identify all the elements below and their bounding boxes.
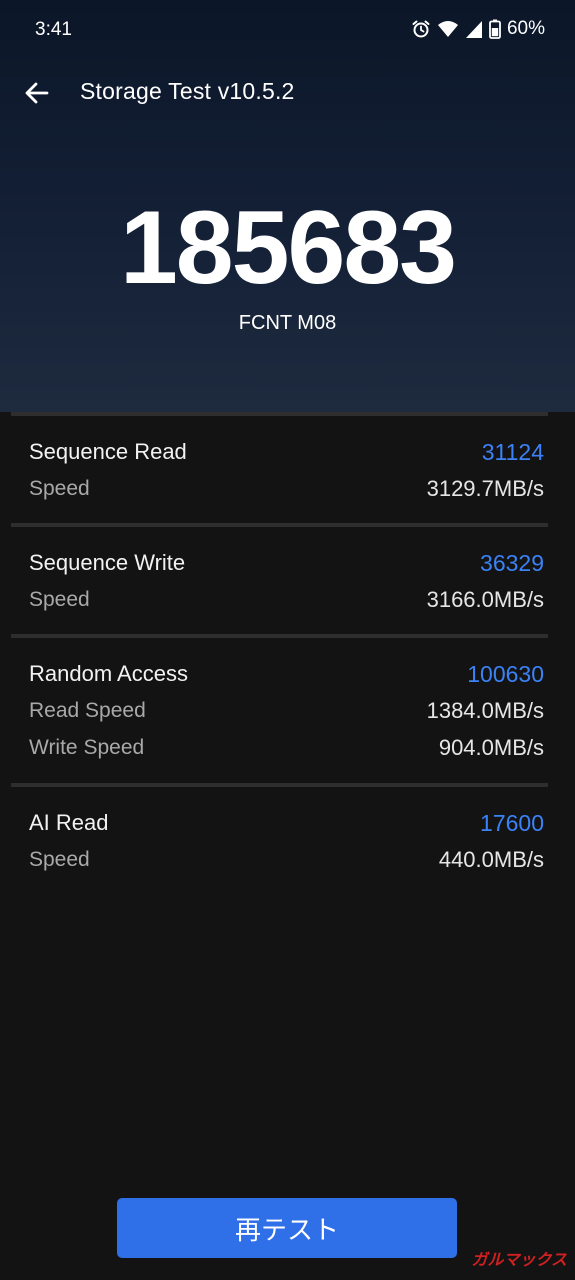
- status-icons: 60%: [411, 18, 545, 40]
- metric-label: Speed: [29, 588, 90, 611]
- section-sequence-write: Sequence Write 36329 Speed 3166.0MB/s: [11, 523, 548, 639]
- metric-label: Write Speed: [29, 736, 145, 759]
- section-ai-read: AI Read 17600 Speed 440.0MB/s: [11, 783, 548, 899]
- section-score: 100630: [467, 660, 544, 687]
- section-score: 36329: [480, 549, 544, 576]
- section-score: 17600: [480, 809, 544, 836]
- status-time: 3:41: [35, 19, 72, 40]
- metric-label: Speed: [29, 477, 90, 500]
- retest-button[interactable]: 再テスト: [117, 1198, 457, 1258]
- metric-value: 3166.0MB/s: [426, 587, 544, 612]
- metric-value: 1384.0MB/s: [426, 698, 544, 723]
- metric-label: Speed: [29, 848, 90, 871]
- alarm-icon: [411, 19, 431, 39]
- wifi-icon: [437, 19, 459, 39]
- signal-icon: [465, 19, 483, 39]
- section-title: Sequence Write: [29, 550, 186, 575]
- total-score: 185683: [119, 190, 457, 306]
- battery-percent: 60%: [506, 18, 545, 39]
- page-title: Storage Test v10.5.2: [80, 78, 295, 104]
- back-button[interactable]: [20, 76, 54, 110]
- section-score: 31124: [481, 438, 544, 465]
- section-title: AI Read: [29, 810, 109, 835]
- status-bar: 3:41 60%: [0, 0, 575, 60]
- device-name: FCNT M08: [238, 312, 337, 334]
- section-sequence-read: Sequence Read 31124 Speed 3129.7MB/s: [11, 412, 548, 528]
- app-bar: Storage Test v10.5.2: [0, 66, 575, 118]
- battery-icon: [489, 19, 501, 39]
- section-title: Sequence Read: [29, 439, 187, 464]
- metric-label: Read Speed: [29, 699, 146, 722]
- watermark-logo: ガルマックス: [471, 1250, 567, 1269]
- section-title: Random Access: [29, 661, 188, 686]
- arrow-left-icon: [25, 82, 49, 104]
- metric-value: 904.0MB/s: [438, 735, 544, 760]
- section-random-access: Random Access 100630 Read Speed 1384.0MB…: [11, 634, 548, 788]
- metric-value: 3129.7MB/s: [426, 476, 544, 501]
- metric-value: 440.0MB/s: [438, 847, 544, 872]
